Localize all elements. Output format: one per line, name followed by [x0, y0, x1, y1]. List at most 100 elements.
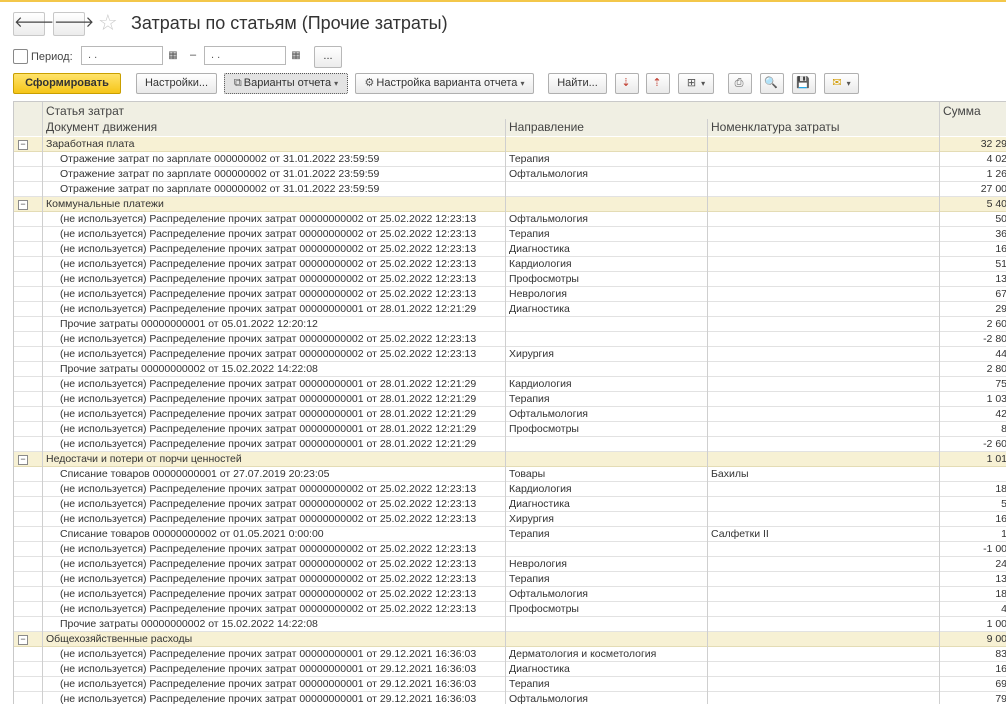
- variant-settings-button[interactable]: ⚙ Настройка варианта отчета ▾: [355, 73, 534, 94]
- period-checkbox[interactable]: [13, 49, 28, 64]
- table-row[interactable]: (не используется) Распределение прочих з…: [14, 572, 1006, 587]
- table-row[interactable]: (не используется) Распределение прочих з…: [14, 407, 1006, 422]
- collapse-group-icon[interactable]: −: [18, 200, 28, 210]
- nomenclature-cell: [711, 422, 935, 436]
- table-row[interactable]: Списание товаров 00000000002 от 01.05.20…: [14, 527, 1006, 542]
- report-spreadsheet[interactable]: Статья затрат Документ движения Направле…: [13, 101, 1006, 704]
- table-row[interactable]: Отражение затрат по зарплате 000000002 о…: [14, 182, 1006, 197]
- table-row[interactable]: (не используется) Распределение прочих з…: [14, 677, 1006, 692]
- group-row[interactable]: − Заработная плата 32 29: [14, 137, 1006, 152]
- table-row[interactable]: (не используется) Распределение прочих з…: [14, 392, 1006, 407]
- sum-cell: 51: [995, 258, 1006, 270]
- group-row[interactable]: − Коммунальные платежи 5 40: [14, 197, 1006, 212]
- table-row[interactable]: Отражение затрат по зарплате 000000002 о…: [14, 152, 1006, 167]
- direction-cell: Терапия: [509, 228, 550, 240]
- table-row[interactable]: (не используется) Распределение прочих з…: [14, 332, 1006, 347]
- sum-cell: 79: [995, 693, 1006, 704]
- forward-button[interactable]: 🡒: [53, 12, 94, 36]
- generate-button[interactable]: Сформировать: [13, 73, 121, 94]
- chevron-down-icon: ▾: [334, 79, 339, 88]
- document-cell: (не используется) Распределение прочих з…: [60, 678, 477, 690]
- nomenclature-cell: [711, 692, 935, 704]
- collapse-group-icon[interactable]: −: [18, 635, 28, 645]
- sort-ascending-button[interactable]: ⇡: [646, 73, 670, 94]
- header-nomenclature: Номенклатура затраты: [711, 120, 840, 134]
- table-row[interactable]: (не используется) Распределение прочих з…: [14, 497, 1006, 512]
- calendar-from-icon[interactable]: ▦: [164, 47, 182, 64]
- group-row[interactable]: − Общехозяйственные расходы 9 00: [14, 632, 1006, 647]
- direction-cell: Кардиология: [509, 483, 572, 495]
- grouping-button[interactable]: ⊞ ▾: [678, 73, 714, 94]
- table-row[interactable]: (не используется) Распределение прочих з…: [14, 257, 1006, 272]
- document-cell: (не используется) Распределение прочих з…: [60, 483, 477, 495]
- collapse-group-icon[interactable]: −: [18, 455, 28, 465]
- table-row[interactable]: (не используется) Распределение прочих з…: [14, 302, 1006, 317]
- table-row[interactable]: (не используется) Распределение прочих з…: [14, 512, 1006, 527]
- document-cell: Списание товаров 00000000001 от 27.07.20…: [60, 468, 330, 480]
- table-row[interactable]: Прочие затраты 00000000002 от 15.02.2022…: [14, 362, 1006, 377]
- nomenclature-cell: [711, 302, 935, 316]
- period-select-button[interactable]: ...: [314, 46, 342, 68]
- sum-cell: 29: [995, 303, 1006, 315]
- table-row[interactable]: Прочие затраты 00000000001 от 05.01.2022…: [14, 317, 1006, 332]
- table-row[interactable]: (не используется) Распределение прочих з…: [14, 482, 1006, 497]
- sum-cell: 42: [995, 408, 1006, 420]
- collapse-group-icon[interactable]: −: [18, 140, 28, 150]
- sum-cell: -2 60: [983, 438, 1006, 450]
- direction-cell: Кардиология: [509, 258, 572, 270]
- table-row[interactable]: (не используется) Распределение прочих з…: [14, 542, 1006, 557]
- table-row[interactable]: (не используется) Распределение прочих з…: [14, 662, 1006, 677]
- table-row[interactable]: Прочие затраты 00000000002 от 15.02.2022…: [14, 617, 1006, 632]
- settings-button[interactable]: Настройки...: [136, 73, 217, 94]
- direction-cell: Дерматология и косметология: [509, 648, 657, 660]
- sum-cell: 67: [995, 288, 1006, 300]
- document-cell: Отражение затрат по зарплате 000000002 о…: [60, 153, 380, 165]
- table-row[interactable]: (не используется) Распределение прочих з…: [14, 587, 1006, 602]
- document-cell: (не используется) Распределение прочих з…: [60, 378, 477, 390]
- table-row[interactable]: (не используется) Распределение прочих з…: [14, 272, 1006, 287]
- find-button[interactable]: Найти...: [548, 73, 607, 94]
- sum-cell: 16: [995, 243, 1006, 255]
- back-button[interactable]: 🡐: [13, 12, 54, 36]
- period-to-input[interactable]: . .: [204, 46, 286, 65]
- period-from-input[interactable]: . .: [81, 46, 163, 65]
- nomenclature-cell: [711, 182, 935, 196]
- table-row[interactable]: (не используется) Распределение прочих з…: [14, 287, 1006, 302]
- table-row[interactable]: (не используется) Распределение прочих з…: [14, 692, 1006, 704]
- column-divider: [42, 102, 43, 704]
- table-row[interactable]: (не используется) Распределение прочих з…: [14, 347, 1006, 362]
- page-title: Затраты по статьям (Прочие затраты): [131, 13, 448, 33]
- sum-cell: 13: [995, 573, 1006, 585]
- group-row[interactable]: − Недостачи и потери от порчи ценностей 1 …: [14, 452, 1006, 467]
- table-row[interactable]: (не используется) Распределение прочих з…: [14, 602, 1006, 617]
- direction-cell: [509, 362, 705, 376]
- table-row[interactable]: Списание товаров 00000000001 от 27.07.20…: [14, 467, 1006, 482]
- preview-button[interactable]: 🔍: [760, 73, 784, 94]
- nomenclature-cell: [711, 437, 935, 451]
- send-mail-button[interactable]: ✉ ▾: [824, 73, 859, 94]
- table-row[interactable]: (не используется) Распределение прочих з…: [14, 647, 1006, 662]
- sum-cell: 5: [947, 497, 1006, 511]
- table-row[interactable]: (не используется) Распределение прочих з…: [14, 437, 1006, 452]
- save-button[interactable]: 💾: [792, 73, 816, 94]
- print-button[interactable]: ⎙: [728, 73, 752, 94]
- direction-cell: Офтальмология: [509, 408, 588, 420]
- table-row[interactable]: (не используется) Распределение прочих з…: [14, 242, 1006, 257]
- calendar-to-icon[interactable]: ▦: [287, 47, 305, 64]
- sort-descending-button[interactable]: ⇣: [615, 73, 639, 94]
- nomenclature-cell: [711, 272, 935, 286]
- table-row[interactable]: (не используется) Распределение прочих з…: [14, 422, 1006, 437]
- report-variants-button[interactable]: ⧉ Варианты отчета ▾: [224, 73, 348, 94]
- sum-cell: 75: [995, 378, 1006, 390]
- table-row[interactable]: (не используется) Распределение прочих з…: [14, 377, 1006, 392]
- table-row[interactable]: (не используется) Распределение прочих з…: [14, 557, 1006, 572]
- sort-descending-icon: ⇣: [621, 77, 631, 89]
- grouping-icon: ⊞: [686, 77, 697, 89]
- table-row[interactable]: Отражение затрат по зарплате 000000002 о…: [14, 167, 1006, 182]
- sum-cell: 36: [995, 228, 1006, 240]
- direction-cell: Терапия: [509, 153, 550, 165]
- favorite-star-icon[interactable]: ☆: [98, 11, 118, 35]
- nomenclature-cell: [711, 497, 935, 511]
- table-row[interactable]: (не используется) Распределение прочих з…: [14, 227, 1006, 242]
- table-row[interactable]: (не используется) Распределение прочих з…: [14, 212, 1006, 227]
